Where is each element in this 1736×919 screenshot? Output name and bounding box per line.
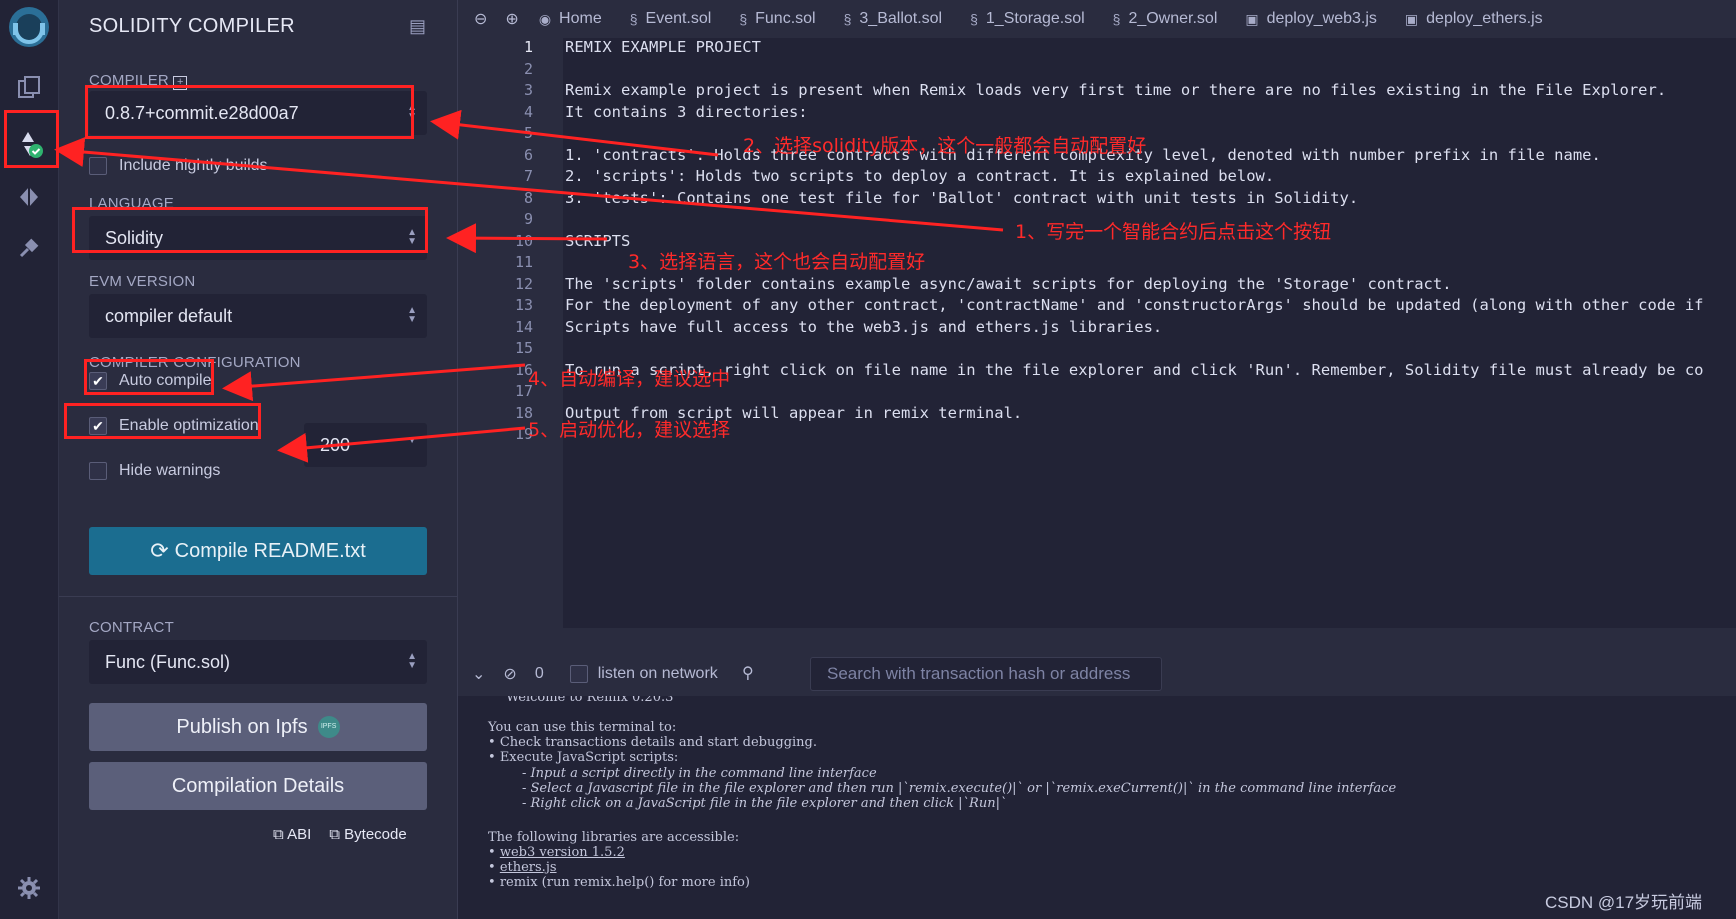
annotation-4: 4、自动编译，建议选中 (528, 368, 731, 390)
annotation-5: 5、启动优化，建议选择 (528, 419, 731, 441)
annotation-3: 3、选择语言，这个也会自动配置好 (628, 251, 926, 273)
watermark: CSDN @17岁玩前端 (1545, 893, 1703, 912)
annotation-2: 2、选择solidity版本，这个一般都会自动配置好 (743, 135, 1147, 157)
annotation-1: 1、写完一个智能合约后点击这个按钮 (1015, 221, 1332, 243)
